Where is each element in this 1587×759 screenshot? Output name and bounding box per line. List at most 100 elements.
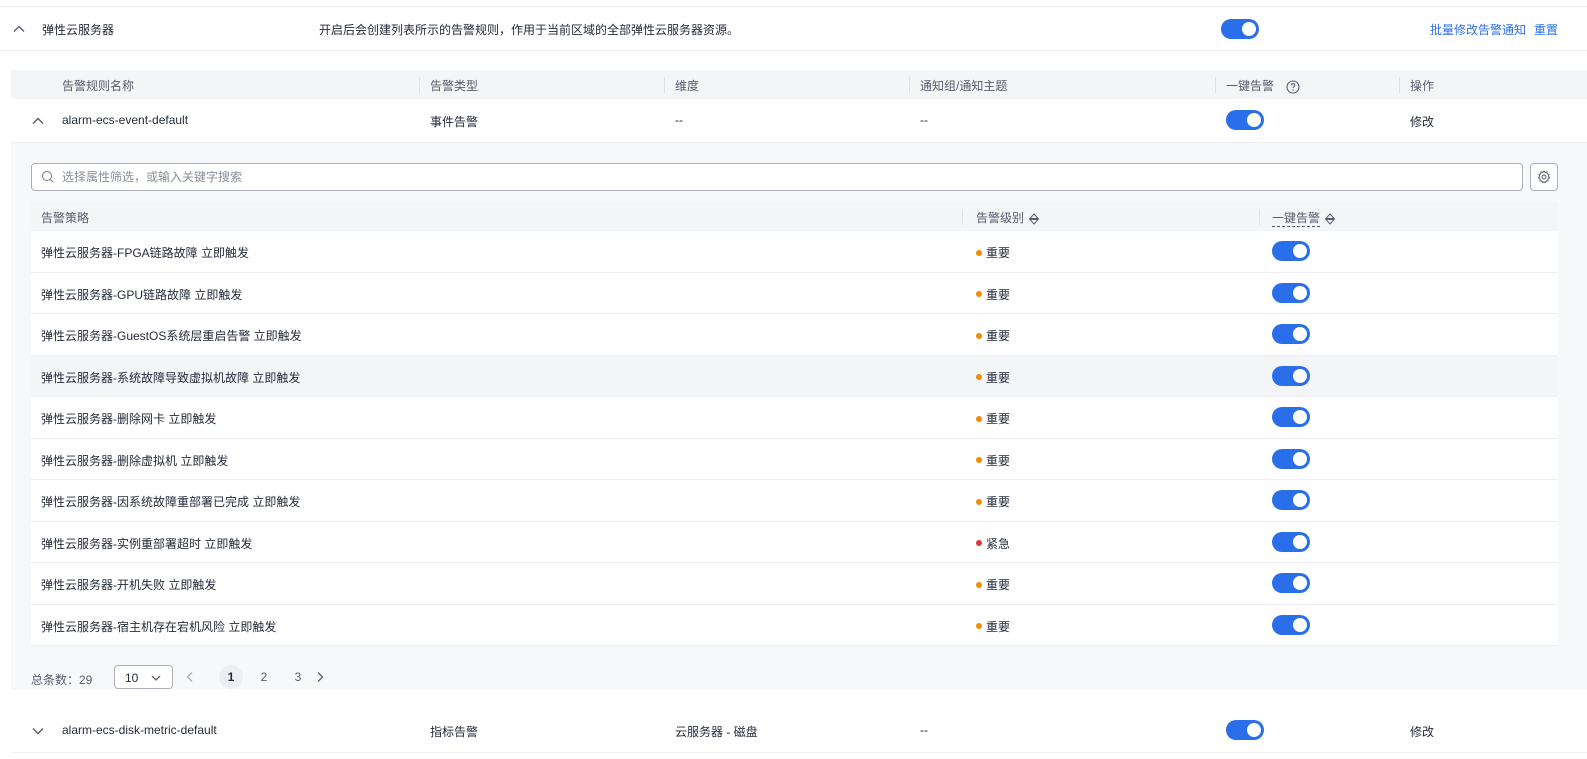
- rule-enable-toggle[interactable]: [1226, 720, 1264, 740]
- policy-row: 弹性云服务器-删除网卡 立即触发 重要: [31, 397, 1558, 439]
- rule-dimension: 云服务器 - 磁盘: [675, 725, 758, 739]
- header-rule-name: 告警规则名称: [62, 79, 135, 93]
- rule-detail-panel: 告警策略 告警级别 一键告警 弹性云服务器-FPGA链路故障 立即触发重要弹性云…: [11, 143, 1587, 689]
- level-dot-icon: [976, 623, 982, 630]
- policy-name: 弹性云服务器-GuestOS系统层重启告警 立即触发: [41, 329, 302, 343]
- search-icon: [41, 170, 54, 183]
- page-1-button[interactable]: 1: [219, 665, 243, 689]
- policy-enable-toggle[interactable]: [1272, 490, 1310, 510]
- alarm-level: 重要: [976, 410, 1010, 427]
- chevron-down-icon: [151, 675, 161, 681]
- alarm-rule-table-continued: alarm-ecs-disk-metric-default 指标告警 云服务器 …: [11, 709, 1587, 753]
- chevron-left-icon[interactable]: [183, 670, 197, 684]
- policy-enable-toggle[interactable]: [1272, 614, 1310, 635]
- section-enable-toggle[interactable]: [1221, 19, 1259, 39]
- policy-row: 弹性云服务器-实例重部署超时 立即触发 紧急: [31, 521, 1558, 563]
- rule-notify: --: [920, 723, 928, 737]
- section-actions: 批量修改告警通知 重置: [1430, 21, 1558, 38]
- policy-name: 弹性云服务器-因系统故障重部署已完成 立即触发: [41, 495, 301, 509]
- batch-edit-notification-link[interactable]: 批量修改告警通知: [1430, 23, 1526, 37]
- search-box: [31, 163, 1523, 191]
- level-dot-icon: [976, 374, 982, 381]
- help-icon[interactable]: [1286, 80, 1300, 94]
- policy-name: 弹性云服务器-开机失败 立即触发: [41, 578, 217, 592]
- rule-row: alarm-ecs-event-default 事件告警 -- -- 修改: [11, 99, 1587, 143]
- alarm-level: 紧急: [976, 535, 1010, 552]
- section-header-ecs: 弹性云服务器 开启后会创建列表所示的告警规则，作用于当前区域的全部弹性云服务器资…: [0, 7, 1587, 51]
- rule-name-link[interactable]: alarm-ecs-event-default: [62, 113, 188, 127]
- settings-button[interactable]: [1530, 163, 1558, 191]
- rule-type: 事件告警: [430, 115, 479, 129]
- policy-name: 弹性云服务器-删除网卡 立即触发: [41, 412, 217, 426]
- alarm-level: 重要: [976, 493, 1010, 510]
- rule-row: alarm-ecs-disk-metric-default 指标告警 云服务器 …: [11, 709, 1587, 753]
- level-dot-icon: [976, 540, 982, 547]
- policy-name: 弹性云服务器-FPGA链路故障 立即触发: [41, 246, 250, 260]
- level-dot-icon: [976, 581, 982, 588]
- level-dot-icon: [976, 498, 982, 505]
- policy-row: 弹性云服务器-GPU链路故障 立即触发 重要: [31, 272, 1558, 314]
- page-2-button[interactable]: 2: [252, 665, 276, 689]
- level-dot-icon: [976, 249, 982, 256]
- sort-icon[interactable]: [1029, 213, 1040, 225]
- alarm-rule-table: 告警规则名称 告警类型 维度 通知组/通知主题 一键告警 操作 alarm-ec…: [11, 70, 1587, 143]
- chevron-down-icon[interactable]: [31, 724, 45, 738]
- alarm-level: 重要: [976, 452, 1010, 469]
- policy-row: 弹性云服务器-因系统故障重部署已完成 立即触发 重要: [31, 480, 1558, 522]
- policy-name: 弹性云服务器-实例重部署超时 立即触发: [41, 536, 253, 551]
- reset-link[interactable]: 重置: [1534, 23, 1558, 37]
- rule-name-link[interactable]: alarm-ecs-disk-metric-default: [62, 723, 217, 737]
- header-alarm-level[interactable]: 告警级别: [976, 209, 1040, 226]
- page-3-button[interactable]: 3: [286, 665, 310, 689]
- header-alarm-type: 告警类型: [430, 79, 479, 93]
- policy-enable-toggle[interactable]: [1272, 573, 1310, 593]
- edit-rule-link[interactable]: 修改: [1410, 113, 1434, 130]
- policy-enable-toggle[interactable]: [1272, 531, 1310, 552]
- header-notify: 通知组/通知主题: [920, 79, 1008, 93]
- rule-table-header: 告警规则名称 告警类型 维度 通知组/通知主题 一键告警 操作: [11, 70, 1587, 99]
- rule-dimension: --: [675, 113, 683, 127]
- policy-name: 弹性云服务器-宿主机存在宕机风险 立即触发: [41, 619, 277, 634]
- rule-enable-toggle[interactable]: [1226, 110, 1264, 130]
- chevron-right-icon[interactable]: [313, 670, 327, 684]
- policy-row: 弹性云服务器-系统故障导致虚拟机故障 立即触发 重要: [31, 355, 1558, 397]
- policy-enable-toggle[interactable]: [1272, 241, 1310, 261]
- policy-row: 弹性云服务器-FPGA链路故障 立即触发 重要: [31, 231, 1558, 273]
- alarm-level: 重要: [976, 369, 1010, 386]
- rule-type: 指标告警: [430, 725, 479, 739]
- chevron-up-icon[interactable]: [31, 114, 45, 128]
- policy-name: 弹性云服务器-删除虚拟机 立即触发: [41, 453, 229, 468]
- policy-enable-toggle[interactable]: [1272, 365, 1310, 386]
- sort-icon[interactable]: [1325, 213, 1336, 225]
- policy-table-body: 弹性云服务器-FPGA链路故障 立即触发 重要 弹性云服务器-GPU链路故障 立即触…: [31, 231, 1558, 646]
- policy-row: 弹性云服务器-宿主机存在宕机风险 立即触发 重要: [31, 604, 1558, 646]
- policy-name: 弹性云服务器-系统故障导致虚拟机故障 立即触发: [41, 370, 301, 385]
- level-dot-icon: [976, 332, 982, 339]
- alarm-level: 重要: [976, 286, 1010, 303]
- policy-row: 弹性云服务器-GuestOS系统层重启告警 立即触发 重要: [31, 314, 1558, 356]
- search-input[interactable]: [62, 168, 1502, 186]
- policy-enable-toggle[interactable]: [1272, 324, 1310, 344]
- section-title: 弹性云服务器: [42, 23, 115, 37]
- total-count: 总条数：29: [31, 673, 93, 687]
- policy-name: 弹性云服务器-GPU链路故障 立即触发: [41, 287, 243, 302]
- level-dot-icon: [976, 457, 982, 464]
- policy-enable-toggle[interactable]: [1272, 448, 1310, 469]
- level-dot-icon: [976, 291, 982, 298]
- header-one-click-alarm: 一键告警: [1226, 77, 1300, 94]
- alarm-level: 重要: [976, 618, 1010, 635]
- chevron-up-icon[interactable]: [12, 22, 26, 36]
- level-dot-icon: [976, 415, 982, 422]
- page-size-select[interactable]: 10: [114, 665, 173, 689]
- header-one-click-alarm[interactable]: 一键告警: [1272, 209, 1336, 227]
- pagination: 总条数：29 10 1 2 3: [31, 665, 631, 689]
- policy-row: 弹性云服务器-删除虚拟机 立即触发 重要: [31, 438, 1558, 480]
- alarm-level: 重要: [976, 576, 1010, 593]
- header-dimension: 维度: [675, 79, 700, 93]
- policy-enable-toggle[interactable]: [1272, 282, 1310, 303]
- policy-enable-toggle[interactable]: [1272, 407, 1310, 427]
- policy-table-header: 告警策略 告警级别 一键告警: [31, 202, 1558, 231]
- edit-rule-link[interactable]: 修改: [1410, 723, 1434, 740]
- alarm-level: 重要: [976, 327, 1010, 344]
- section-description: 开启后会创建列表所示的告警规则，作用于当前区域的全部弹性云服务器资源。: [319, 23, 740, 37]
